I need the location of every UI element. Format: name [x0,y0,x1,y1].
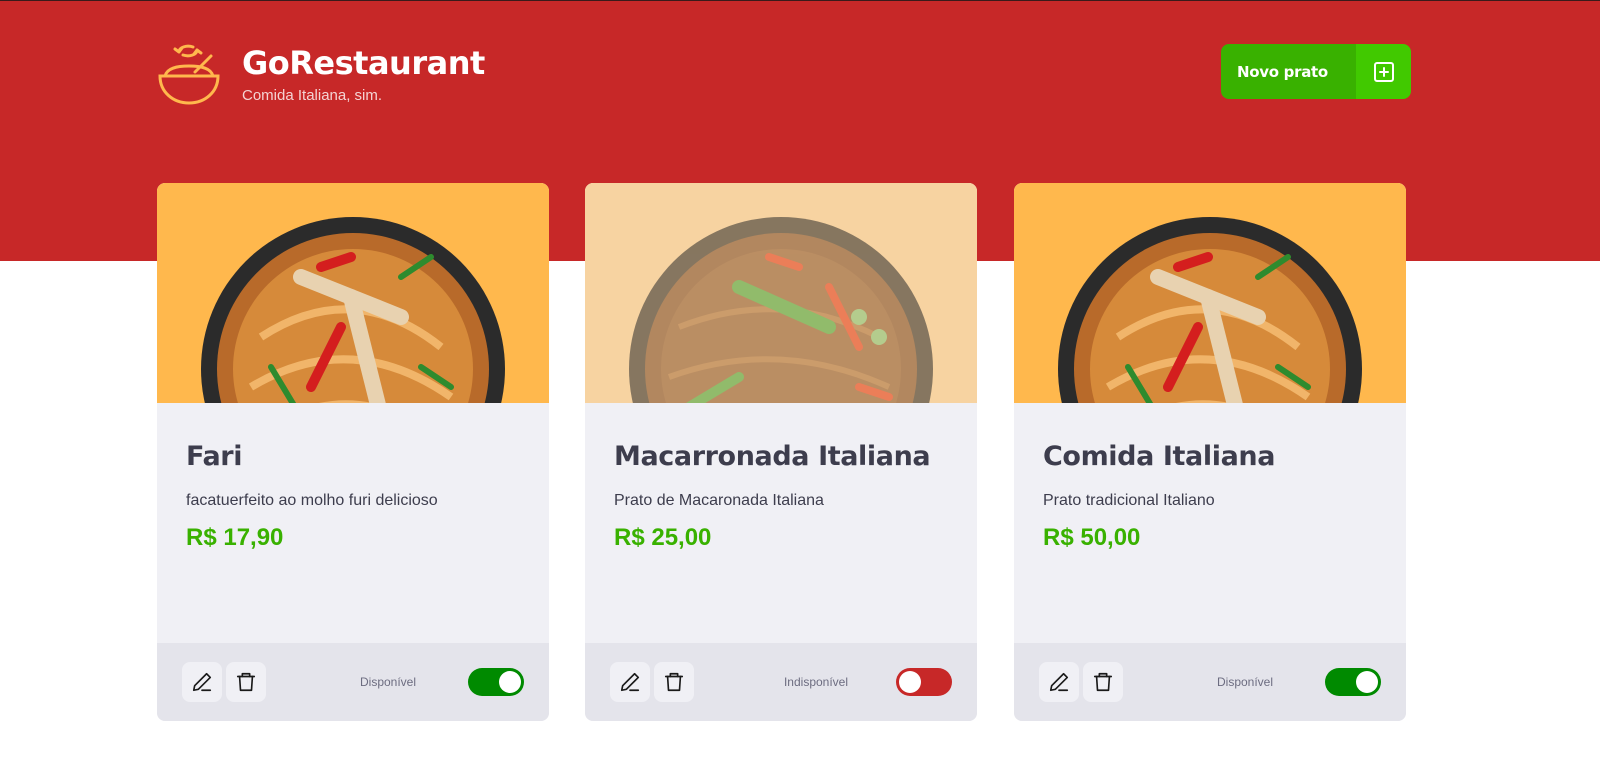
availability-label: Indisponível [783,675,849,689]
plus-square-icon [1356,44,1411,99]
card-footer: Disponível [157,643,549,721]
dish-price: R$ 50,00 [1043,524,1141,551]
brand-subtitle: Comida Italiana, sim. [242,86,383,104]
card-footer: Disponível [1014,643,1406,721]
edit-button[interactable] [182,662,222,702]
availability-toggle[interactable] [468,668,524,696]
dish-description: Prato de Macaronada Italiana [614,492,824,509]
brand-title: GoRestaurant [242,43,485,82]
trash-icon [236,672,256,692]
dish-image [585,183,977,403]
dish-name: Comida Italiana [1043,441,1276,472]
pencil-icon [1049,672,1069,692]
bowl-logo-icon [158,44,220,105]
dish-card: Macarronada Italiana Prato de Macaronada… [585,183,977,721]
delete-button[interactable] [654,662,694,702]
edit-button[interactable] [610,662,650,702]
new-dish-label: Novo prato [1221,44,1356,99]
trash-icon [1093,672,1113,692]
delete-button[interactable] [226,662,266,702]
dish-name: Fari [186,441,243,472]
dish-price: R$ 25,00 [614,524,712,551]
availability-toggle[interactable] [896,668,952,696]
pencil-icon [620,672,640,692]
brand: GoRestaurant Comida Italiana, sim. [157,42,485,106]
dish-description: Prato tradicional Italiano [1043,492,1215,509]
dish-name: Macarronada Italiana [614,441,931,472]
pencil-icon [192,672,212,692]
trash-icon [664,672,684,692]
availability-label: Disponível [1216,675,1274,689]
card-footer: Indisponível [585,643,977,721]
dish-image [157,183,549,403]
dish-description: facatuerfeito ao molho furi delicioso [186,492,438,509]
edit-button[interactable] [1039,662,1079,702]
availability-toggle[interactable] [1325,668,1381,696]
dish-card: Fari facatuerfeito ao molho furi delicio… [157,183,549,721]
dish-price: R$ 17,90 [186,524,284,551]
delete-button[interactable] [1083,662,1123,702]
new-dish-button[interactable]: Novo prato [1221,44,1411,99]
dish-image [1014,183,1406,403]
dish-card: Comida Italiana Prato tradicional Italia… [1014,183,1406,721]
availability-label: Disponível [359,675,417,689]
